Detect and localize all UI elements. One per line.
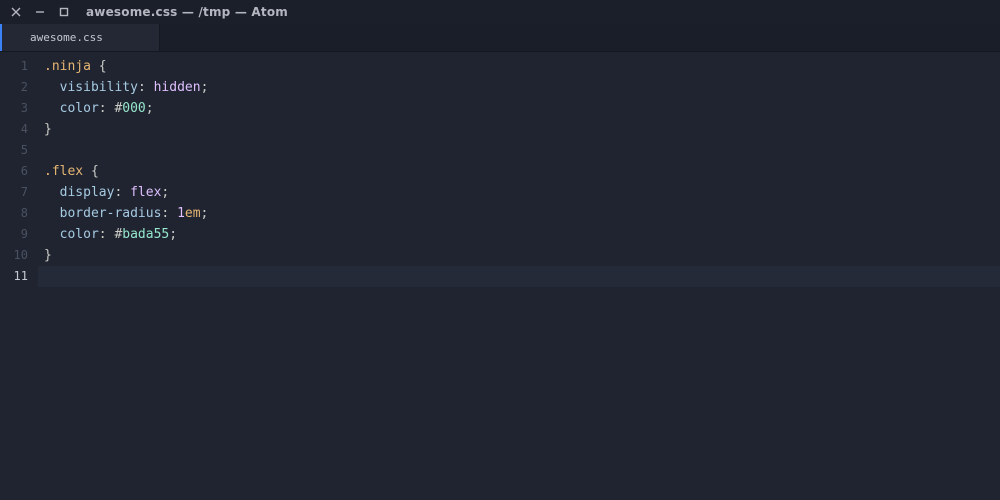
code-line[interactable]: }: [38, 245, 1000, 266]
code-line[interactable]: .ninja {: [38, 56, 1000, 77]
line-number: 4: [0, 119, 38, 140]
code-line[interactable]: border-radius: 1em;: [38, 203, 1000, 224]
line-number: 8: [0, 203, 38, 224]
window-close-icon[interactable]: [8, 4, 24, 20]
line-number: 9: [0, 224, 38, 245]
code-line[interactable]: .flex {: [38, 161, 1000, 182]
window-minimize-icon[interactable]: [32, 4, 48, 20]
line-number-gutter: 1234567891011: [0, 52, 38, 500]
line-number: 5: [0, 140, 38, 161]
tab-bar: awesome.css: [0, 24, 1000, 52]
line-number: 3: [0, 98, 38, 119]
window-titlebar: awesome.css — /tmp — Atom: [0, 0, 1000, 24]
tab-awesome-css[interactable]: awesome.css: [0, 24, 160, 51]
code-line[interactable]: visibility: hidden;: [38, 77, 1000, 98]
window-maximize-icon[interactable]: [56, 4, 72, 20]
code-line[interactable]: [38, 140, 1000, 161]
code-line[interactable]: }: [38, 119, 1000, 140]
editor-area[interactable]: 1234567891011 .ninja { visibility: hidde…: [0, 52, 1000, 500]
line-number: 10: [0, 245, 38, 266]
line-number: 11: [0, 266, 38, 287]
line-number: 1: [0, 56, 38, 77]
code-line[interactable]: [38, 266, 1000, 287]
code-line[interactable]: color: #000;: [38, 98, 1000, 119]
line-number: 2: [0, 77, 38, 98]
code-content[interactable]: .ninja { visibility: hidden; color: #000…: [38, 52, 1000, 500]
line-number: 6: [0, 161, 38, 182]
line-number: 7: [0, 182, 38, 203]
tab-active-indicator: [0, 24, 2, 51]
code-line[interactable]: color: #bada55;: [38, 224, 1000, 245]
window-title: awesome.css — /tmp — Atom: [86, 5, 288, 19]
code-line[interactable]: display: flex;: [38, 182, 1000, 203]
tab-label: awesome.css: [30, 31, 103, 44]
